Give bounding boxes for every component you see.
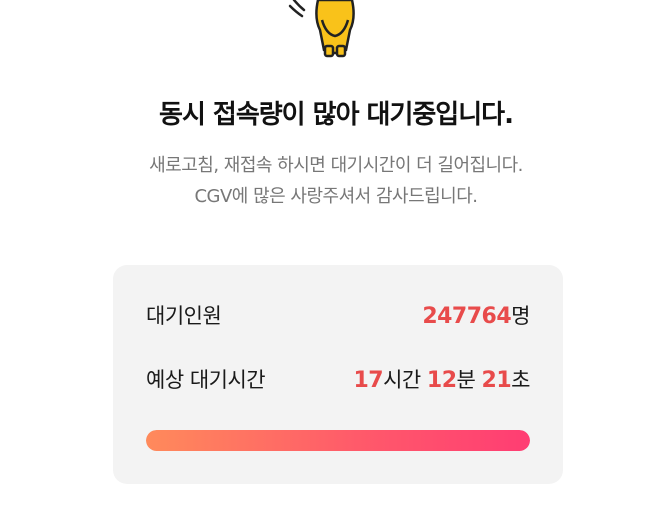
queue-info-card: 대기인원 247764명 예상 대기시간 17시간 12분 21초 [113, 265, 563, 484]
seconds-unit: 초 [511, 368, 530, 392]
waiting-count-value-group: 247764명 [422, 300, 530, 330]
minutes-unit: 분 [456, 368, 476, 392]
queue-progress-fill [146, 430, 530, 451]
queue-progress-bar [146, 430, 530, 451]
waiting-count-value: 247764 [422, 304, 512, 329]
estimated-time-row: 예상 대기시간 17시간 12분 21초 [146, 362, 530, 396]
refresh-warning-text: 새로고침, 재접속 하시면 대기시간이 더 길어집니다. [149, 155, 523, 176]
waiting-count-unit: 명 [511, 304, 530, 328]
thanks-text: CGV에 많은 사랑주셔서 감사드립니다. [194, 186, 478, 207]
waiting-page: 동시 접속량이 많아 대기중입니다. 새로고침, 재접속 하시면 대기시간이 더… [0, 0, 672, 517]
estimated-time-label: 예상 대기시간 [146, 368, 266, 392]
seconds-value: 21 [481, 368, 512, 393]
minutes-value: 12 [426, 368, 457, 393]
estimated-time-value-group: 17시간 12분 21초 [353, 364, 530, 394]
page-title: 동시 접속량이 많아 대기중입니다. [159, 100, 514, 130]
waiting-count-label: 대기인원 [146, 304, 222, 328]
hours-value: 17 [353, 368, 384, 393]
bowing-mascot-icon [288, 0, 355, 58]
waiting-count-row: 대기인원 247764명 [146, 298, 530, 332]
hours-unit: 시간 [383, 368, 421, 392]
